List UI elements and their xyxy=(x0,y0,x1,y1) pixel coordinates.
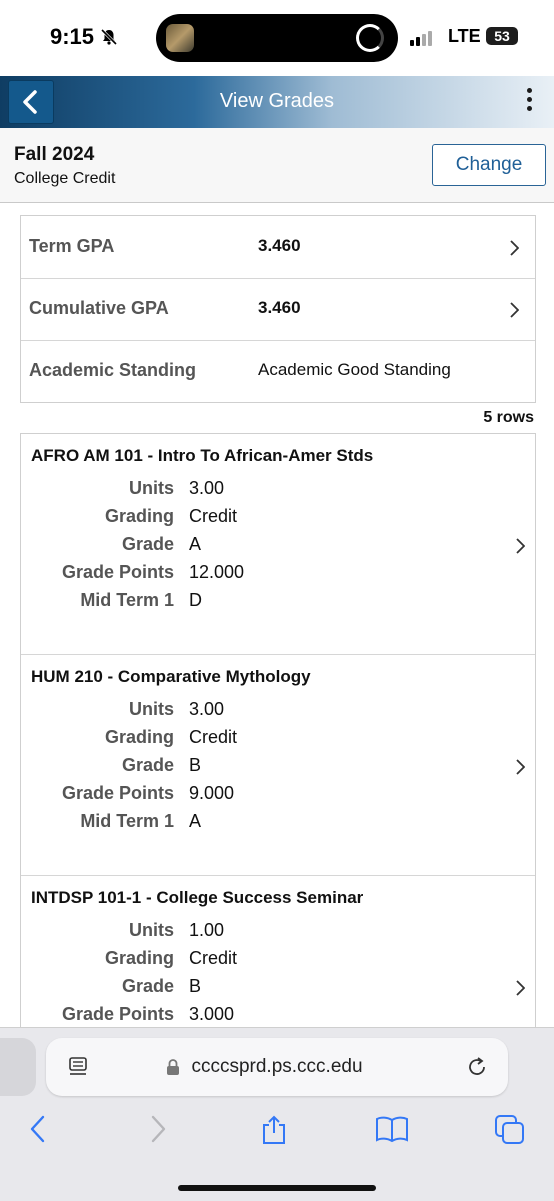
home-indicator[interactable] xyxy=(178,1185,376,1191)
field-label: Grade Points xyxy=(61,562,174,582)
mid-term-field: Mid Term 1 D xyxy=(21,590,535,618)
class-grades-list: AFRO AM 101 - Intro To African-Amer Stds… xyxy=(20,433,536,1034)
tabs-icon[interactable] xyxy=(494,1114,526,1146)
field-value: 1.00 xyxy=(189,920,225,940)
field-value: 3.00 xyxy=(189,699,225,719)
gpa-value: 3.460 xyxy=(258,236,301,255)
address-bar[interactable]: ccccsprd.ps.ccc.edu xyxy=(46,1038,508,1096)
network-type: LTE xyxy=(448,26,481,46)
field-label: Grading xyxy=(104,727,174,747)
reload-icon[interactable] xyxy=(466,1056,488,1078)
term-career: College Credit xyxy=(14,170,116,187)
chevron-right-icon xyxy=(516,759,525,775)
chevron-right-icon xyxy=(516,980,525,996)
field-value: D xyxy=(189,590,202,610)
field-value: B xyxy=(189,755,202,775)
previous-tab-preview[interactable] xyxy=(0,1038,36,1096)
class-row[interactable]: HUM 210 - Comparative Mythology Units 3.0… xyxy=(21,655,535,876)
grade-field: Grade A xyxy=(21,534,535,562)
grade-points-field: Grade Points 12.000 xyxy=(21,562,535,590)
gpa-table: Term GPA 3.460 Cumulative GPA 3.460 Acad… xyxy=(20,215,536,403)
share-icon[interactable] xyxy=(260,1114,288,1146)
class-title: AFRO AM 101 - Intro To African-Amer Stds xyxy=(31,446,374,465)
field-label: Mid Term 1 xyxy=(80,590,174,610)
field-value: A xyxy=(189,811,202,831)
class-title: INTDSP 101-1 - College Success Seminar xyxy=(31,888,364,907)
clock: 9:15 xyxy=(50,24,95,49)
grading-field: Grading Credit xyxy=(21,506,535,534)
units-field: Units 3.00 xyxy=(21,699,535,727)
gpa-value: Academic Good Standing xyxy=(258,360,451,379)
gpa-row-cumulative[interactable]: Cumulative GPA 3.460 xyxy=(21,278,535,341)
chevron-right-icon xyxy=(510,240,519,256)
field-label: Units xyxy=(129,699,174,719)
grade-field: Grade B xyxy=(21,976,535,1004)
field-value: 3.000 xyxy=(189,1004,235,1024)
chevron-right-icon xyxy=(510,302,519,318)
field-label: Grade Points xyxy=(61,783,174,803)
grading-field: Grading Credit xyxy=(21,727,535,755)
rows-count: 5 rows xyxy=(483,409,534,426)
app-header: View Grades xyxy=(0,76,554,128)
now-playing-thumbnail xyxy=(166,24,194,52)
gpa-row-term[interactable]: Term GPA 3.460 xyxy=(21,216,535,279)
bookmarks-icon[interactable] xyxy=(375,1114,409,1144)
field-label: Mid Term 1 xyxy=(80,811,174,831)
browser-bar: ccccsprd.ps.ccc.edu xyxy=(0,1027,554,1201)
back-arrow-icon[interactable] xyxy=(28,1114,48,1144)
field-label: Units xyxy=(129,920,174,940)
field-label: Grading xyxy=(104,506,174,526)
gpa-value: 3.460 xyxy=(258,298,301,317)
class-row[interactable]: INTDSP 101-1 - College Success Seminar U… xyxy=(21,876,535,1034)
change-term-button[interactable]: Change xyxy=(432,144,546,186)
field-label: Grading xyxy=(104,948,174,968)
gpa-row-standing: Academic Standing Academic Good Standing xyxy=(21,340,535,402)
term-summary: Fall 2024 College Credit Change xyxy=(0,128,554,203)
class-row[interactable]: AFRO AM 101 - Intro To African-Amer Stds… xyxy=(21,434,535,655)
activity-ring-icon xyxy=(356,24,384,52)
gpa-label: Term GPA xyxy=(29,236,115,256)
status-bar: 9:15 LTE 53 xyxy=(0,0,554,76)
field-value: Credit xyxy=(189,506,238,526)
field-label: Units xyxy=(129,478,174,498)
term-name: Fall 2024 xyxy=(14,144,95,165)
field-value: 9.000 xyxy=(189,783,235,803)
dynamic-island xyxy=(156,14,398,62)
more-vertical-icon[interactable] xyxy=(524,88,534,116)
field-label: Grade Points xyxy=(61,1004,174,1024)
units-field: Units 1.00 xyxy=(21,920,535,948)
field-label: Grade xyxy=(121,976,174,996)
field-label: Grade xyxy=(121,534,174,554)
field-value: Credit xyxy=(189,727,238,747)
battery-indicator: 53 xyxy=(486,27,518,45)
gpa-label: Cumulative GPA xyxy=(29,298,169,318)
chevron-right-icon xyxy=(516,538,525,554)
field-value: Credit xyxy=(189,948,238,968)
units-field: Units 3.00 xyxy=(21,478,535,506)
field-label: Grade xyxy=(121,755,174,775)
url-text: ccccsprd.ps.ccc.edu xyxy=(191,1056,363,1077)
grade-field: Grade B xyxy=(21,755,535,783)
field-value: A xyxy=(189,534,202,554)
page-title: View Grades xyxy=(219,90,335,112)
grade-points-field: Grade Points 9.000 xyxy=(21,783,535,811)
gpa-label: Academic Standing xyxy=(29,360,197,380)
mid-term-field: Mid Term 1 A xyxy=(21,811,535,839)
field-value: 12.000 xyxy=(189,562,245,582)
field-value: B xyxy=(189,976,202,996)
grading-field: Grading Credit xyxy=(21,948,535,976)
forward-arrow-icon[interactable] xyxy=(148,1114,168,1144)
bell-slash-icon xyxy=(100,28,118,51)
class-title: HUM 210 - Comparative Mythology xyxy=(31,667,311,686)
field-value: 3.00 xyxy=(189,478,225,498)
